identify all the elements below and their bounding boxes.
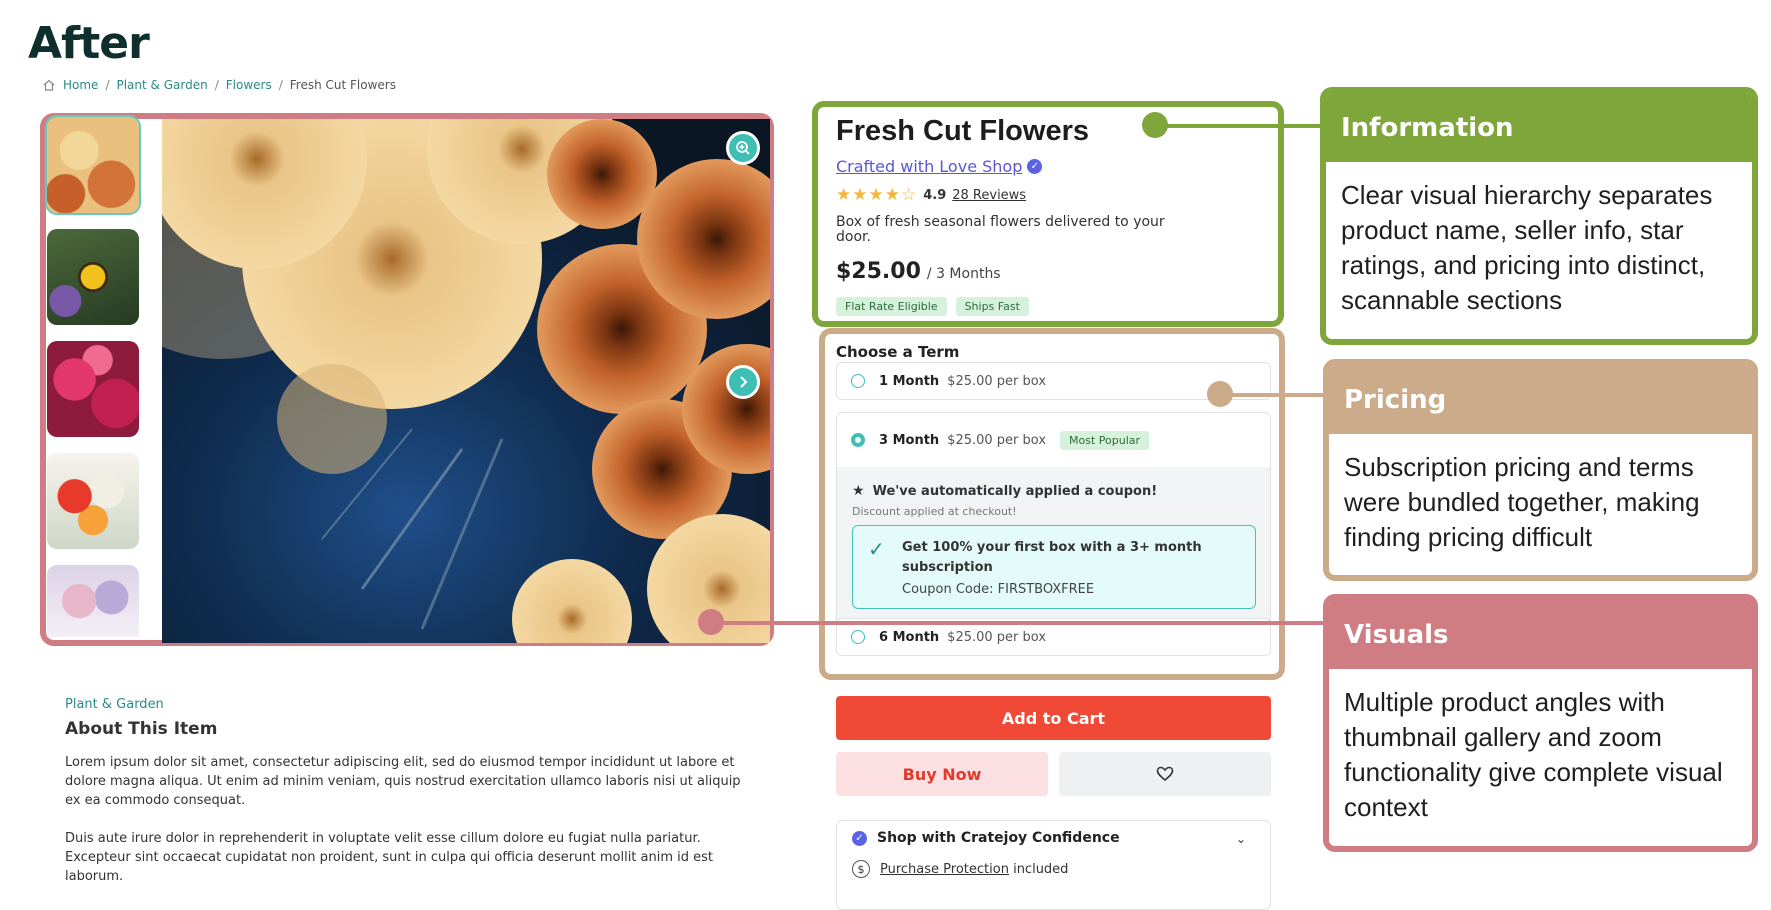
product-title: Fresh Cut Flowers	[836, 115, 1089, 147]
radio-button[interactable]	[851, 630, 865, 644]
star-rating-icon: ★★★★☆	[836, 185, 918, 205]
term-option-1-month[interactable]: 1 Month $25.00 per box	[836, 362, 1271, 400]
term-name: 3 Month	[879, 432, 940, 448]
annotation-body: Multiple product angles with thumbnail g…	[1344, 687, 1723, 822]
thumbnail-3[interactable]	[47, 341, 139, 437]
annotation-body: Clear visual hierarchy separates product…	[1341, 180, 1713, 315]
connector-dot-pricing	[1207, 381, 1233, 407]
term-price: $25.00 per box	[947, 373, 1047, 389]
radio-button[interactable]	[851, 374, 865, 388]
zoom-button[interactable]	[726, 131, 760, 165]
dollar-icon: $	[852, 860, 870, 878]
term-name: 1 Month	[879, 373, 940, 389]
reviews-link[interactable]: 28 Reviews	[952, 188, 1026, 203]
thumbnail-5[interactable]	[47, 565, 139, 637]
connector-visuals	[708, 621, 1325, 625]
star-icon: ★	[852, 483, 865, 499]
breadcrumb-plant-garden[interactable]: Plant & Garden	[116, 78, 207, 92]
annotation-card-pricing: Pricing Subscription pricing and terms w…	[1323, 359, 1758, 581]
term-name: 6 Month	[879, 629, 940, 645]
price: $25.00	[836, 259, 921, 284]
annotation-title: Information	[1326, 93, 1752, 162]
price-term: / 3 Months	[926, 266, 1001, 282]
home-icon[interactable]	[42, 78, 56, 92]
purchase-protection-link[interactable]: Purchase Protection	[880, 862, 1009, 877]
rating-value: 4.9	[923, 187, 947, 203]
breadcrumb-separator: /	[214, 78, 219, 92]
chip-flat-rate: Flat Rate Eligible	[836, 297, 947, 316]
page-heading: After	[28, 18, 150, 69]
confidence-heading: Shop with Cratejoy Confidence	[877, 830, 1120, 846]
breadcrumb-home[interactable]: Home	[63, 78, 98, 92]
breadcrumb: Home / Plant & Garden / Flowers / Fresh …	[42, 78, 396, 92]
annotation-card-visuals: Visuals Multiple product angles with thu…	[1323, 594, 1758, 852]
about-title: About This Item	[65, 719, 218, 739]
about-paragraph: Lorem ipsum dolor sit amet, consectetur …	[65, 755, 741, 808]
coupon-heading: ★ We've automatically applied a coupon!	[852, 483, 1157, 499]
buy-now-button[interactable]: Buy Now	[836, 752, 1048, 796]
thumbnail-gallery	[45, 115, 141, 653]
radio-button-selected[interactable]	[851, 433, 865, 447]
breadcrumb-separator: /	[278, 78, 283, 92]
next-image-button[interactable]	[726, 365, 760, 399]
seller-link[interactable]: Crafted with Love Shop ✓	[836, 157, 1043, 176]
protection-suffix: included	[1013, 861, 1069, 877]
annotation-card-information: Information Clear visual hierarchy separ…	[1320, 87, 1758, 345]
main-product-image	[162, 119, 770, 643]
thumbnail-1[interactable]	[45, 115, 141, 215]
about-paragraph: Duis aute irure dolor in reprehenderit i…	[65, 831, 714, 884]
chevron-down-icon[interactable]: ⌄	[1236, 832, 1246, 846]
confidence-header[interactable]: ✓ Shop with Cratejoy Confidence	[852, 830, 1120, 846]
term-option-3-month[interactable]: 3 Month $25.00 per box Most Popular	[836, 412, 1271, 468]
add-to-cart-button[interactable]: Add to Cart	[836, 696, 1271, 740]
most-popular-badge: Most Popular	[1060, 430, 1150, 450]
seller-name[interactable]: Crafted with Love Shop	[836, 157, 1022, 176]
connector-dot-information	[1142, 112, 1168, 138]
about-category[interactable]: Plant & Garden	[65, 697, 164, 712]
breadcrumb-separator: /	[105, 78, 110, 92]
check-icon: ✓	[868, 537, 885, 561]
chip-ships-fast: Ships Fast	[955, 297, 1029, 316]
breadcrumb-current: Fresh Cut Flowers	[289, 78, 396, 92]
heart-icon	[1156, 766, 1174, 782]
connector-dot-visuals	[698, 609, 724, 635]
chevron-right-icon	[740, 376, 748, 388]
term-heading: Choose a Term	[836, 343, 960, 361]
annotation-title: Pricing	[1329, 365, 1752, 434]
price-row: $25.00 / 3 Months	[836, 259, 1001, 284]
verified-badge-icon: ✓	[852, 830, 867, 846]
connector-information	[1150, 124, 1322, 128]
thumbnail-2[interactable]	[47, 229, 139, 325]
zoom-in-icon	[736, 141, 750, 155]
coupon-heading-text: We've automatically applied a coupon!	[872, 483, 1158, 499]
annotation-body: Subscription pricing and terms were bund…	[1344, 452, 1700, 552]
rating-row: ★★★★☆ 4.9 28 Reviews	[836, 185, 1026, 205]
coupon-offer: Get 100% your first box with a 3+ month …	[902, 540, 1202, 575]
shipping-chips: Flat Rate Eligible Ships Fast	[836, 297, 1029, 316]
coupon-code: Coupon Code: FIRSTBOXFREE	[902, 582, 1095, 597]
thumbnail-4[interactable]	[47, 453, 139, 549]
term-price: $25.00 per box	[947, 432, 1047, 448]
annotation-title: Visuals	[1329, 600, 1752, 669]
verified-badge-icon: ✓	[1027, 159, 1043, 174]
coupon-subtext: Discount applied at checkout!	[852, 505, 1017, 518]
product-description: Box of fresh seasonal flowers delivered …	[836, 214, 1165, 245]
wishlist-button[interactable]	[1059, 752, 1271, 796]
breadcrumb-flowers[interactable]: Flowers	[226, 78, 272, 92]
purchase-protection-row: $ Purchase Protection included	[852, 860, 1068, 878]
term-price: $25.00 per box	[947, 629, 1047, 645]
